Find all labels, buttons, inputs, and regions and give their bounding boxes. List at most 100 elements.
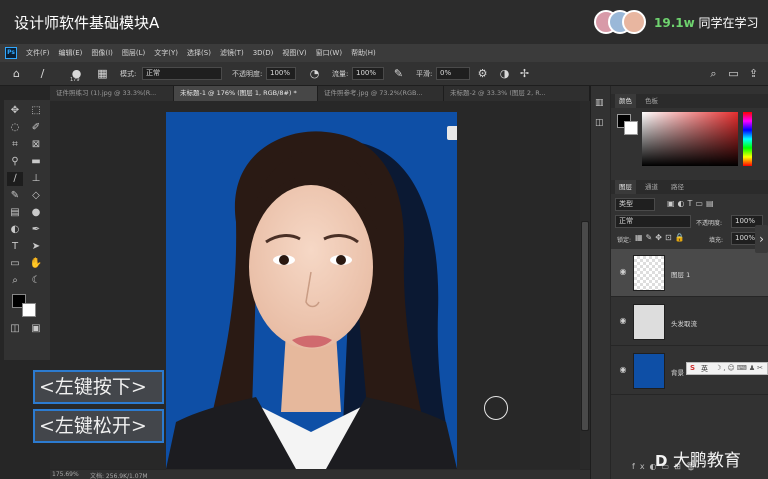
lock-label: 锁定:	[617, 237, 632, 244]
layer-filter-icons[interactable]: ▣◐T▭▤	[667, 199, 717, 208]
course-title: 设计师软件基础模块A	[14, 14, 160, 32]
bg-color-chip[interactable]	[624, 121, 638, 135]
document-tabs: 证件照练习 (1).jpg @ 33.3%(R... 未标题-1 @ 176% …	[50, 86, 590, 101]
tab-color[interactable]: 颜色	[615, 94, 636, 108]
pressure-opacity-icon[interactable]: ◔	[308, 67, 321, 80]
airbrush-icon[interactable]: ✎	[392, 67, 405, 80]
layer-thumbnail	[633, 255, 665, 291]
vertical-scrollbar[interactable]	[580, 101, 590, 469]
stamp-tool-icon[interactable]: ⊥	[28, 172, 44, 186]
opacity-field[interactable]: 100%	[266, 67, 296, 80]
viewer-avatars	[594, 10, 648, 36]
lock-icons[interactable]: ▦✎✥⊡🔒	[635, 233, 688, 242]
brush-tool-selected-icon[interactable]: ∕	[7, 172, 23, 186]
blend-mode-select[interactable]: 正常	[615, 215, 691, 228]
blur-icon[interactable]: ●	[28, 206, 44, 220]
document-canvas[interactable]	[166, 112, 457, 469]
hue-slider[interactable]	[743, 112, 752, 166]
tab-doc-3[interactable]: 证件照参考.jpg @ 73.2%(RGB...	[318, 86, 444, 101]
history-panel-icon[interactable]: ▥	[595, 98, 606, 109]
crop-tool-icon[interactable]: ⌗	[7, 138, 23, 152]
eye-icon[interactable]: ◉	[618, 316, 628, 326]
menu-image[interactable]: 图像(I)	[91, 44, 113, 62]
menu-3d[interactable]: 3D(D)	[253, 44, 274, 62]
eye-icon[interactable]: ◉	[618, 267, 628, 277]
menu-edit[interactable]: 编辑(E)	[59, 44, 83, 62]
path-select-icon[interactable]: ➤	[28, 240, 44, 254]
tab-layers[interactable]: 图层	[615, 180, 636, 194]
edit-toolbar-icon[interactable]: ☾	[28, 274, 44, 288]
lasso-tool-icon[interactable]: ◌	[7, 121, 23, 135]
color-panel-tabs: 颜色 色板	[611, 94, 768, 108]
menu-file[interactable]: 文件(F)	[26, 44, 50, 62]
panel-collapse-button[interactable]: ›	[755, 225, 768, 253]
dodge-icon[interactable]: ◐	[7, 223, 23, 237]
frame-tool-icon[interactable]: ⊠	[28, 138, 44, 152]
eraser-icon[interactable]: ◇	[28, 189, 44, 203]
tab-doc-4[interactable]: 未标题-2 @ 33.3% (图层 2, R...	[444, 86, 590, 101]
history-brush-icon[interactable]: ✎	[7, 189, 23, 203]
flow-field[interactable]: 100%	[352, 67, 384, 80]
tab-doc-2[interactable]: 未标题-1 @ 176% (图层 1, RGB/8#) *	[174, 86, 318, 101]
brush-settings-icon[interactable]: ▦	[96, 67, 109, 80]
menu-view[interactable]: 视图(V)	[282, 44, 306, 62]
background-color-swatch[interactable]	[22, 303, 36, 317]
layer-opacity-value: 100%	[735, 217, 756, 225]
type-tool-icon[interactable]: T	[7, 240, 23, 254]
marquee-tool-icon[interactable]: ⬚	[28, 104, 44, 118]
layer-row-2[interactable]: ◉ 头发取流	[611, 298, 768, 346]
tab-channels[interactable]: 通道	[641, 180, 662, 194]
flow-label: 流量:	[332, 70, 349, 78]
tab-paths[interactable]: 路径	[667, 180, 688, 194]
ime-language[interactable]: 英	[701, 364, 708, 374]
hand-tool-icon[interactable]: ✋	[28, 257, 44, 271]
properties-panel-icon[interactable]: ◫	[595, 118, 606, 129]
gear-icon[interactable]: ⚙	[476, 67, 489, 80]
brush-tool-icon[interactable]: ∕	[36, 67, 49, 80]
left-release-indicator: <左键松开>	[33, 409, 164, 443]
share-icon[interactable]: ⇪	[747, 67, 760, 80]
search-icon[interactable]: ⌕	[707, 67, 720, 80]
menu-type[interactable]: 文字(Y)	[154, 44, 178, 62]
quick-mask-icon[interactable]: ◫	[7, 322, 23, 336]
ime-tool-icons[interactable]: ☽,☺⌨♟✂	[715, 364, 765, 372]
gradient-icon[interactable]: ▤	[7, 206, 23, 220]
mode-value: 正常	[146, 69, 160, 77]
ime-toolbar[interactable]: S 英 ☽,☺⌨♟✂	[686, 362, 768, 375]
home-icon[interactable]: ⌂	[10, 67, 23, 80]
screen-mode-icon[interactable]: ▣	[28, 322, 44, 336]
scrollbar-thumb[interactable]	[581, 221, 589, 431]
menu-filter[interactable]: 滤镜(T)	[220, 44, 244, 62]
eye-icon[interactable]: ◉	[618, 365, 628, 375]
viewer-count: 19.1w 同学在学习	[654, 14, 759, 31]
menu-layer[interactable]: 图层(L)	[122, 44, 145, 62]
left-press-indicator: <左键按下>	[33, 370, 164, 404]
layer-row-1[interactable]: ◉ 图层 1	[611, 249, 768, 297]
layer-panel-tabs: 图层 通道 路径	[611, 180, 768, 194]
smoothing-field[interactable]: 0%	[436, 67, 470, 80]
brush-cursor	[484, 396, 508, 420]
pressure-size-icon[interactable]: ◑	[498, 67, 511, 80]
move-tool-icon[interactable]: ✥	[7, 104, 23, 118]
ruler-icon[interactable]: ▬	[28, 155, 44, 169]
opacity-label: 不透明度:	[232, 70, 263, 78]
symmetry-icon[interactable]: ✢	[518, 67, 531, 80]
layer-filter-select[interactable]: 类型	[615, 198, 655, 211]
tab-doc-1[interactable]: 证件照练习 (1).jpg @ 33.3%(R...	[50, 86, 174, 101]
artboard-icon[interactable]	[447, 126, 457, 140]
photoshop-logo: Ps	[5, 47, 17, 59]
eyedropper-icon[interactable]: ⚲	[7, 155, 23, 169]
zoom-tool-icon[interactable]: ⌕	[7, 274, 23, 288]
brand-watermark: D 大鹏教育	[655, 446, 741, 471]
menu-window[interactable]: 窗口(W)	[316, 44, 342, 62]
mode-select[interactable]: 正常	[142, 67, 222, 80]
menu-select[interactable]: 选择(S)	[187, 44, 211, 62]
quick-select-icon[interactable]: ✐	[28, 121, 44, 135]
menu-help[interactable]: 帮助(H)	[351, 44, 376, 62]
shape-tool-icon[interactable]: ▭	[7, 257, 23, 271]
workspace-icon[interactable]: ▭	[727, 67, 740, 80]
menu-bar: Ps 文件(F) 编辑(E) 图像(I) 图层(L) 文字(Y) 选择(S) 滤…	[0, 44, 768, 62]
pen-tool-icon[interactable]: ✒	[28, 223, 44, 237]
tab-swatches[interactable]: 色板	[641, 94, 662, 108]
color-field[interactable]	[642, 112, 738, 166]
